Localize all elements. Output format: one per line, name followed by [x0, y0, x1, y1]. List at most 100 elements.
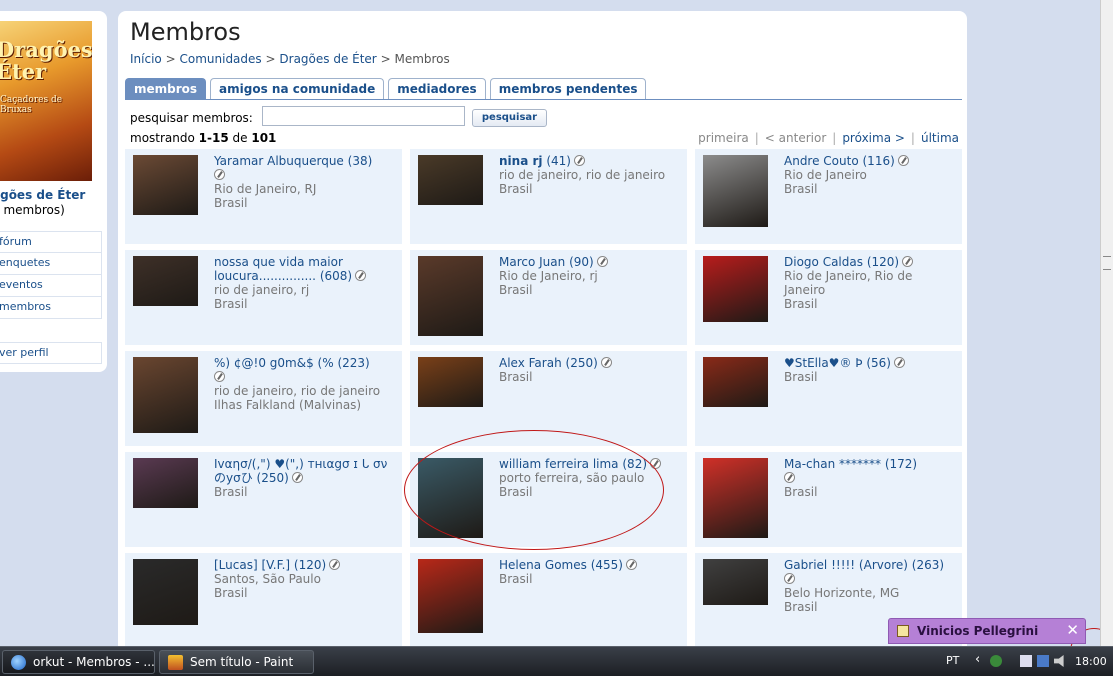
community-menu-secondary: ver perfil: [0, 342, 102, 364]
breadcrumb-community[interactable]: Dragões de Éter: [279, 52, 376, 66]
taskbar-clock[interactable]: 18:00: [1075, 655, 1107, 668]
member-friend-count: (608): [319, 269, 353, 283]
member-name-link[interactable]: Marco Juan: [499, 255, 565, 269]
tab-moderators[interactable]: mediadores: [388, 78, 486, 100]
member-name-link[interactable]: nina rj: [499, 154, 543, 168]
security-icon[interactable]: [1037, 655, 1049, 667]
close-icon[interactable]: ✕: [1066, 621, 1079, 639]
member-name-link[interactable]: %) ¢@!0 g0m&$ (%: [214, 356, 334, 370]
member-name-link[interactable]: Diogo Caldas: [784, 255, 863, 269]
member-card: Andre Couto (116) Rio de Janeiro Brasil: [695, 149, 962, 244]
member-friend-count: (250): [256, 471, 289, 485]
member-photo[interactable]: [133, 559, 198, 625]
pager-last[interactable]: última: [921, 131, 959, 145]
member-name-link[interactable]: Ma-chan *******: [784, 457, 881, 471]
member-friend-count: (38): [347, 154, 373, 168]
member-location: Brasil: [214, 485, 248, 499]
pencil-icon[interactable]: [600, 357, 612, 368]
member-name-link[interactable]: Helena Gomes: [499, 558, 587, 572]
member-friend-count: (120): [293, 558, 327, 572]
member-info: Ma-chan ******* (172) Brasil: [784, 457, 956, 499]
member-name-link[interactable]: Gabriel !!!!! (Arvore): [784, 558, 908, 572]
breadcrumb-separator: >: [265, 52, 276, 66]
member-card: nina rj (41) rio de janeiro, rio de janei…: [410, 149, 687, 244]
tab-friends-in-community[interactable]: amigos na comunidade: [210, 78, 385, 100]
pencil-icon[interactable]: [784, 472, 795, 483]
member-photo[interactable]: [418, 155, 483, 205]
menu-item-forum[interactable]: fórum: [0, 231, 102, 253]
member-photo[interactable]: [703, 256, 768, 322]
member-photo[interactable]: [133, 357, 198, 433]
network-icon[interactable]: [990, 655, 1002, 667]
member-name-link[interactable]: Andre Couto: [784, 154, 859, 168]
chat-icon: [897, 625, 909, 637]
results-count: mostrando 1-15 de 101: [130, 131, 276, 145]
logo-subtitle: Caçadores de Bruxas: [0, 95, 63, 115]
community-menu: fórum enquetes eventos membros: [0, 231, 102, 319]
pencil-icon[interactable]: [784, 573, 795, 584]
member-name-link[interactable]: Alex Farah: [499, 356, 562, 370]
pencil-icon[interactable]: [897, 155, 909, 166]
member-photo[interactable]: [133, 458, 198, 508]
member-location: Rio de Janeiro, RJ: [214, 182, 317, 196]
member-photo[interactable]: [418, 559, 483, 633]
menu-item-events[interactable]: eventos: [0, 275, 102, 297]
pencil-icon[interactable]: [893, 357, 905, 368]
pencil-icon[interactable]: [902, 256, 914, 267]
member-location: Santos, São Paulo: [214, 572, 321, 586]
member-card: nossa que vida maior loucura............…: [125, 250, 402, 345]
device-icon[interactable]: [1020, 655, 1032, 667]
member-photo[interactable]: [703, 458, 768, 538]
community-name-link[interactable]: agões de Éter: [0, 188, 85, 202]
pencil-icon[interactable]: [214, 371, 225, 382]
member-photo[interactable]: [133, 155, 198, 215]
pager-next[interactable]: próxima >: [842, 131, 905, 145]
member-photo[interactable]: [133, 256, 198, 306]
internet-explorer-icon: [11, 655, 26, 670]
vertical-scrollbar[interactable]: [1100, 0, 1113, 646]
tray-expand-icon[interactable]: ‹: [975, 652, 980, 667]
member-info: Yaramar Albuquerque (38) Rio de Janeiro, …: [214, 154, 396, 210]
member-name-link[interactable]: [Lucas] [V.F.]: [214, 558, 290, 572]
menu-item-view-profile[interactable]: ver perfil: [0, 342, 102, 364]
member-location: Brasil: [784, 485, 818, 499]
volume-icon[interactable]: [1054, 655, 1064, 667]
community-logo[interactable]: Dragões Éter Caçadores de Bruxas: [0, 21, 92, 181]
member-photo[interactable]: [703, 559, 768, 605]
member-info: nina rj (41) rio de janeiro, rio de janei…: [499, 154, 681, 196]
taskbar-button-paint[interactable]: Sem título - Paint: [159, 650, 314, 674]
chat-notification[interactable]: Vinicios Pellegrini ✕: [888, 618, 1086, 644]
pencil-icon[interactable]: [596, 256, 608, 267]
menu-item-polls[interactable]: enquetes: [0, 253, 102, 275]
member-photo[interactable]: [703, 155, 768, 227]
member-location: rio de janeiro, rio de janeiro: [214, 384, 381, 398]
member-photo[interactable]: [418, 357, 483, 407]
tab-members[interactable]: membros: [125, 78, 207, 100]
pencil-icon[interactable]: [355, 270, 367, 281]
results-range: 1-15: [198, 131, 229, 145]
member-country: Ilhas Falkland (Malvinas): [214, 398, 362, 412]
member-photo[interactable]: [703, 357, 768, 407]
community-member-count: 1 membros): [0, 203, 65, 217]
member-name-link[interactable]: Yaramar Albuquerque: [214, 154, 344, 168]
search-members-input[interactable]: [262, 106, 465, 126]
search-button[interactable]: pesquisar: [472, 109, 547, 127]
pencil-icon[interactable]: [329, 559, 341, 570]
pencil-icon[interactable]: [573, 155, 585, 166]
pencil-icon[interactable]: [214, 169, 225, 180]
tab-pending-members[interactable]: membros pendentes: [489, 78, 647, 100]
member-friend-count: (250): [565, 356, 598, 370]
member-name: Alex Farah: [499, 356, 562, 370]
member-photo[interactable]: [418, 256, 483, 336]
member-info: Gabriel !!!!! (Arvore) (263) Belo Horizon…: [784, 558, 956, 614]
taskbar-button-browser[interactable]: orkut - Membros - ...: [2, 650, 155, 674]
member-name-link[interactable]: ♥StElla♥® Þ: [784, 356, 863, 370]
menu-item-members[interactable]: membros: [0, 297, 102, 319]
language-indicator[interactable]: PT: [946, 654, 959, 667]
breadcrumb-home[interactable]: Início: [130, 52, 162, 66]
member-location: Rio de Janeiro: [784, 168, 867, 182]
pencil-icon[interactable]: [291, 472, 303, 483]
pencil-icon[interactable]: [625, 559, 637, 570]
scrollbar-grip[interactable]: [1103, 256, 1111, 270]
breadcrumb-communities[interactable]: Comunidades: [179, 52, 261, 66]
